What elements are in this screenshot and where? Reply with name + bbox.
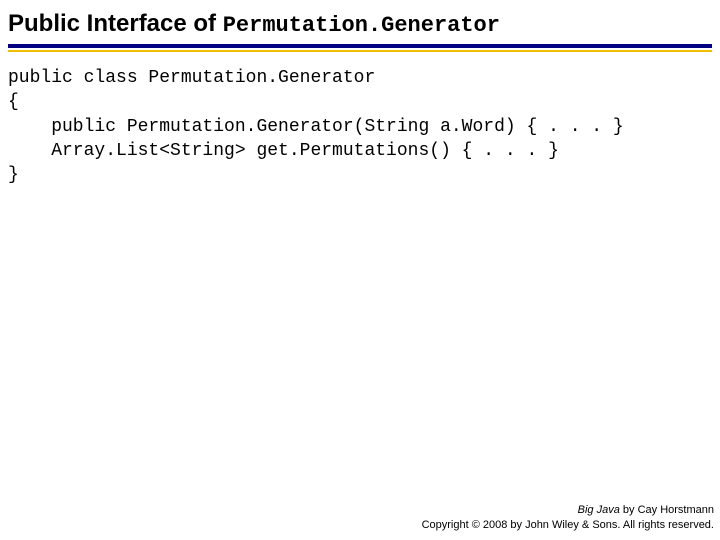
code-line-3: public Permutation.Generator(String a.Wo…: [8, 117, 624, 137]
code-line-4: Array.List<String> get.Permutations() { …: [8, 141, 559, 161]
code-line-5: }: [8, 165, 19, 185]
slide-title: Public Interface of Permutation.Generato…: [8, 10, 712, 38]
footer-copyright: Copyright © 2008 by John Wiley & Sons. A…: [422, 518, 714, 532]
footer-byline: by Cay Horstmann: [620, 504, 714, 516]
code-line-1: public class Permutation.Generator: [8, 68, 375, 88]
title-classname: Permutation.Generator: [223, 13, 500, 38]
title-rule-primary: [8, 44, 712, 48]
title-area: Public Interface of Permutation.Generato…: [0, 0, 720, 52]
footer-book-title: Big Java: [578, 504, 620, 516]
title-prefix: Public Interface of: [8, 10, 223, 37]
footer: Big Java by Cay Horstmann Copyright © 20…: [422, 503, 714, 532]
code-block: public class Permutation.Generator { pub…: [0, 52, 720, 187]
code-line-2: {: [8, 92, 19, 112]
footer-line-1: Big Java by Cay Horstmann: [422, 503, 714, 517]
slide: Public Interface of Permutation.Generato…: [0, 0, 720, 540]
